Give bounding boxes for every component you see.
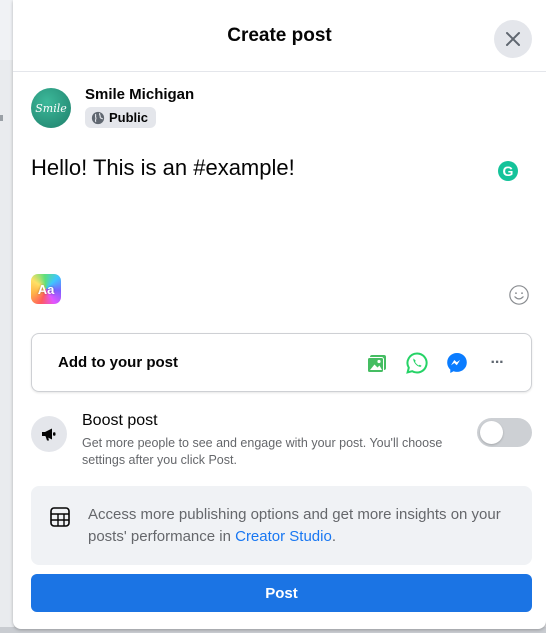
messenger-icon	[447, 352, 467, 373]
author-info: Smile Michigan Public	[85, 86, 194, 130]
boost-post-toggle[interactable]	[477, 418, 532, 447]
whatsapp-icon	[406, 351, 428, 374]
close-icon	[506, 32, 520, 46]
whatsapp-button[interactable]	[399, 345, 435, 381]
toggle-knob	[480, 421, 503, 444]
creator-studio-banner: Access more publishing options and get m…	[31, 486, 532, 565]
creator-studio-link[interactable]: Creator Studio	[235, 528, 332, 545]
more-icon: ···	[490, 353, 505, 371]
megaphone-icon	[31, 416, 67, 452]
background-fragment	[0, 115, 3, 121]
dialog-header: Create post	[13, 0, 546, 72]
globe-icon	[91, 111, 105, 124]
boost-post-title: Boost post	[82, 412, 158, 429]
more-options-button[interactable]: ···	[479, 345, 515, 381]
table-icon	[50, 507, 70, 527]
background-picker-button[interactable]: Aa	[31, 274, 61, 304]
audience-selector-button[interactable]: Public	[85, 107, 157, 128]
add-to-post-label: Add to your post	[58, 354, 178, 371]
avatar[interactable]: Smile	[31, 88, 71, 128]
audience-label: Public	[109, 110, 149, 125]
photo-video-icon	[367, 354, 386, 373]
megaphone-svg	[42, 428, 56, 441]
smiley-icon[interactable]	[508, 284, 530, 306]
post-button[interactable]: Post	[31, 574, 532, 612]
creator-studio-suffix: .	[331, 528, 336, 545]
add-to-post-bar: Add to your post ···	[31, 333, 532, 392]
messenger-button[interactable]	[439, 345, 475, 381]
boost-post-section: Boost post Get more people to see and en…	[31, 410, 532, 470]
add-to-post-icons: ···	[355, 345, 515, 381]
author-block: Smile Smile Michigan Public	[31, 86, 194, 130]
dialog-title: Create post	[227, 24, 332, 46]
creator-studio-text: Access more publishing options and get m…	[88, 504, 518, 548]
create-post-dialog: Create post Smile Smile Michigan Public …	[13, 0, 546, 629]
background-page	[0, 0, 14, 633]
photo-video-button[interactable]	[359, 345, 395, 381]
post-text-input[interactable]: Hello! This is an #example!	[31, 154, 491, 182]
grammarly-icon[interactable]: G	[498, 161, 518, 181]
close-button[interactable]	[494, 20, 532, 58]
boost-post-description: Get more people to see and engage with y…	[82, 436, 443, 467]
author-name: Smile Michigan	[85, 86, 195, 103]
